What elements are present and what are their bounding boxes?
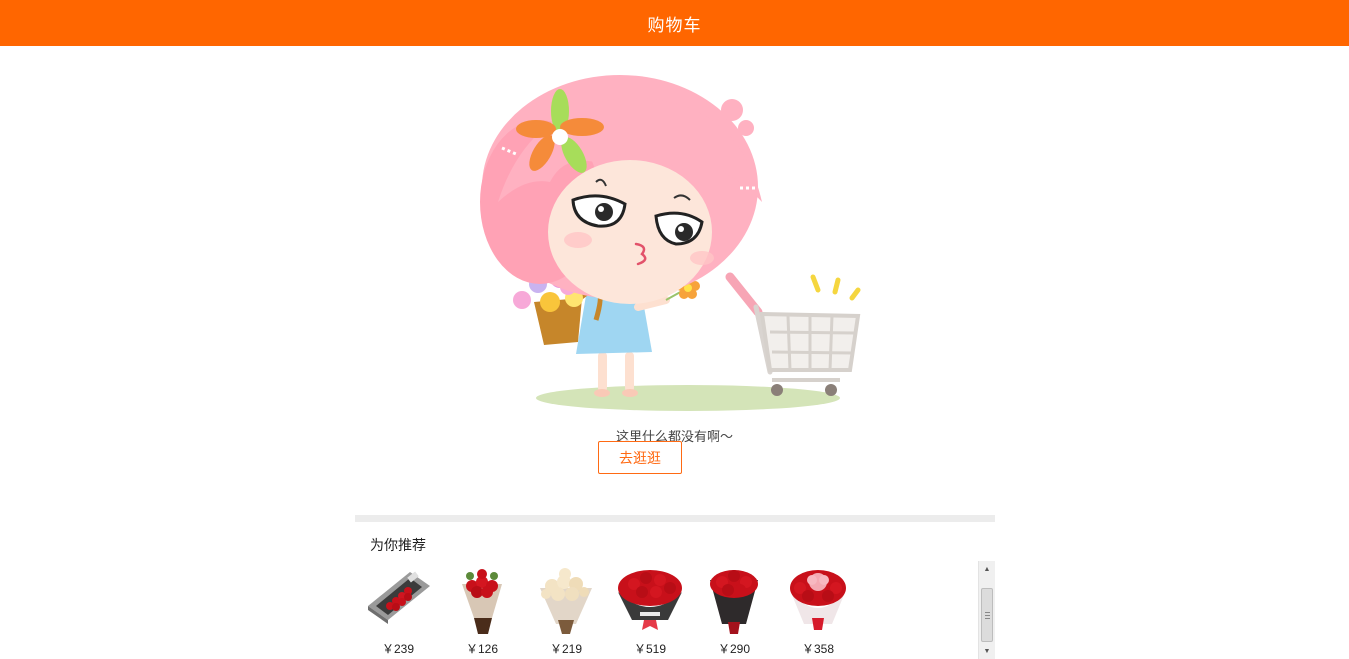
top-bar: 购物车 [0, 0, 1349, 46]
large-rose-bouquet-image [618, 570, 682, 630]
scroll-down-arrow-icon[interactable]: ▼ [979, 643, 995, 659]
recommend-scrollbar[interactable]: ▲ ▼ [978, 561, 995, 659]
recommend-item[interactable]: ￥219 [528, 560, 604, 659]
item-price: ￥219 [549, 642, 583, 656]
dark-wrap-bouquet-image [710, 570, 758, 634]
item-price: ￥519 [633, 642, 667, 656]
flower-box-image [368, 571, 430, 624]
go-shopping-button[interactable]: 去逛逛 [598, 441, 682, 474]
scroll-up-arrow-icon[interactable]: ▲ [979, 561, 995, 577]
recommend-title: 为你推荐 [370, 537, 426, 553]
scrollbar-thumb[interactable] [981, 588, 993, 642]
recommend-item[interactable]: ￥239 [360, 560, 436, 659]
rose-bouquet-image [462, 569, 502, 634]
section-divider [355, 515, 995, 522]
item-price: ￥290 [717, 642, 751, 656]
page-title: 购物车 [647, 15, 702, 35]
pink-rose-bouquet-image [790, 570, 846, 630]
recommend-list: ￥239 ￥126 ￥219 ￥519 ￥290 ￥358 [360, 560, 975, 659]
item-price: ￥126 [465, 642, 499, 656]
recommend-item[interactable]: ￥358 [780, 560, 856, 659]
empty-cart-illustration [480, 75, 861, 411]
cartoon-girl-icon [480, 75, 762, 397]
item-price: ￥358 [801, 642, 835, 656]
recommend-item[interactable]: ￥519 [612, 560, 688, 659]
recommend-item[interactable]: ￥126 [444, 560, 520, 659]
recommend-item[interactable]: ￥290 [696, 560, 772, 659]
shopping-cart-icon [725, 272, 861, 396]
item-price: ￥239 [381, 642, 415, 656]
champagne-rose-bouquet-image [540, 568, 592, 634]
grip-icon [985, 612, 990, 619]
